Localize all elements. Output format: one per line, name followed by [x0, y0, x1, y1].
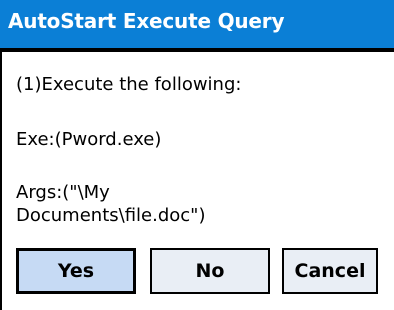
dialog-left-border	[0, 52, 2, 310]
yes-button[interactable]: Yes	[16, 248, 136, 294]
cancel-button[interactable]: Cancel	[282, 248, 378, 294]
dialog-titlebar: AutoStart Execute Query	[0, 0, 394, 52]
message-line-execute: (1)Execute the following:	[16, 74, 242, 95]
message-line-args-continued: Documents\file.doc")	[16, 205, 206, 226]
dialog-title: AutoStart Execute Query	[8, 9, 285, 33]
autostart-dialog: AutoStart Execute Query (1)Execute the f…	[0, 0, 394, 310]
no-button[interactable]: No	[150, 248, 270, 294]
message-line-args: Args:("\My	[16, 182, 110, 203]
message-line-exe: Exe:(Pword.exe)	[16, 129, 162, 150]
